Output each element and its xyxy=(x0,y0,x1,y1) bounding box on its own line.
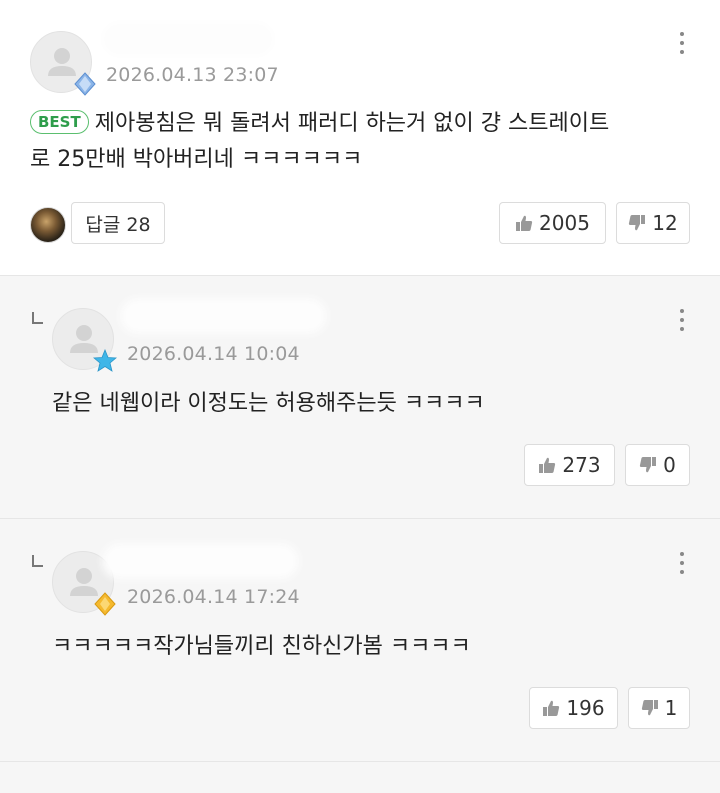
diamond-badge-icon xyxy=(94,592,116,616)
dislike-count: 12 xyxy=(652,211,678,235)
thumbs-down-icon xyxy=(640,457,657,473)
redacted-username xyxy=(126,304,321,328)
redacted-username xyxy=(108,28,268,50)
comment-date: 2026.04.14 17:24 xyxy=(127,586,300,608)
comment-date: 2026.04.14 10:04 xyxy=(127,343,300,365)
like-button[interactable]: 196 xyxy=(529,687,618,729)
comment-reply: 2026.04.14 17:24 ㅋㅋㅋㅋㅋ작가님들끼리 친하신가봄 ㅋㅋㅋㅋ … xyxy=(0,519,720,762)
like-count: 196 xyxy=(566,696,605,720)
user-avatar[interactable] xyxy=(52,308,117,372)
comment-best: 2026.04.13 23:07 BEST 제아봉침은 뭐 돌려서 패러디 하는거… xyxy=(0,0,720,276)
thumbs-up-icon xyxy=(539,457,556,473)
comment-text: BEST 제아봉침은 뭐 돌려서 패러디 하는거 없이 걍 스트레이트 로 25만… xyxy=(30,106,690,178)
user-avatar[interactable] xyxy=(30,31,96,96)
comment-text: ㅋㅋㅋㅋㅋ작가님들끼리 친하신가봄 ㅋㅋㅋㅋ xyxy=(52,634,471,659)
dislike-count: 0 xyxy=(663,453,676,477)
dislike-button[interactable]: 1 xyxy=(628,687,690,729)
thumbs-up-icon xyxy=(516,215,533,231)
like-button[interactable]: 273 xyxy=(524,444,615,486)
replier-avatar xyxy=(30,207,66,243)
comment-text-line2: 로 25만배 박아버리네 ㅋㅋㅋㅋㅋㅋ xyxy=(30,147,363,172)
more-options-icon[interactable] xyxy=(679,309,685,333)
more-options-icon[interactable] xyxy=(679,32,685,56)
dislike-count: 1 xyxy=(664,696,678,720)
dislike-button[interactable]: 0 xyxy=(625,444,690,486)
thumbs-down-icon xyxy=(629,215,646,231)
star-badge-icon xyxy=(93,349,117,372)
best-badge: BEST xyxy=(30,110,89,134)
comment-text: 같은 네웹이라 이정도는 허용해주는듯 ㅋㅋㅋㅋ xyxy=(52,391,485,416)
reply-indicator-icon xyxy=(32,312,43,324)
like-count: 2005 xyxy=(539,211,590,235)
comment-date: 2026.04.13 23:07 xyxy=(106,64,279,86)
redacted-username xyxy=(108,549,293,573)
list-bottom-spacer xyxy=(0,762,720,793)
dislike-button[interactable]: 12 xyxy=(616,202,690,244)
diamond-badge-icon xyxy=(74,72,96,96)
more-options-icon[interactable] xyxy=(679,552,685,576)
reply-count-label: 답글 28 xyxy=(85,213,151,236)
reply-button[interactable]: 답글 28 xyxy=(71,202,165,244)
thumbs-down-icon xyxy=(641,700,658,716)
like-count: 273 xyxy=(562,453,601,477)
user-avatar[interactable] xyxy=(52,551,116,616)
comment-reply: 2026.04.14 10:04 같은 네웹이라 이정도는 허용해주는듯 ㅋㅋㅋ… xyxy=(0,276,720,519)
comment-text-line1: 제아봉침은 뭐 돌려서 패러디 하는거 없이 걍 스트레이트 xyxy=(94,111,610,136)
thumbs-up-icon xyxy=(543,700,560,716)
reply-indicator-icon xyxy=(32,555,43,567)
like-button[interactable]: 2005 xyxy=(499,202,606,244)
